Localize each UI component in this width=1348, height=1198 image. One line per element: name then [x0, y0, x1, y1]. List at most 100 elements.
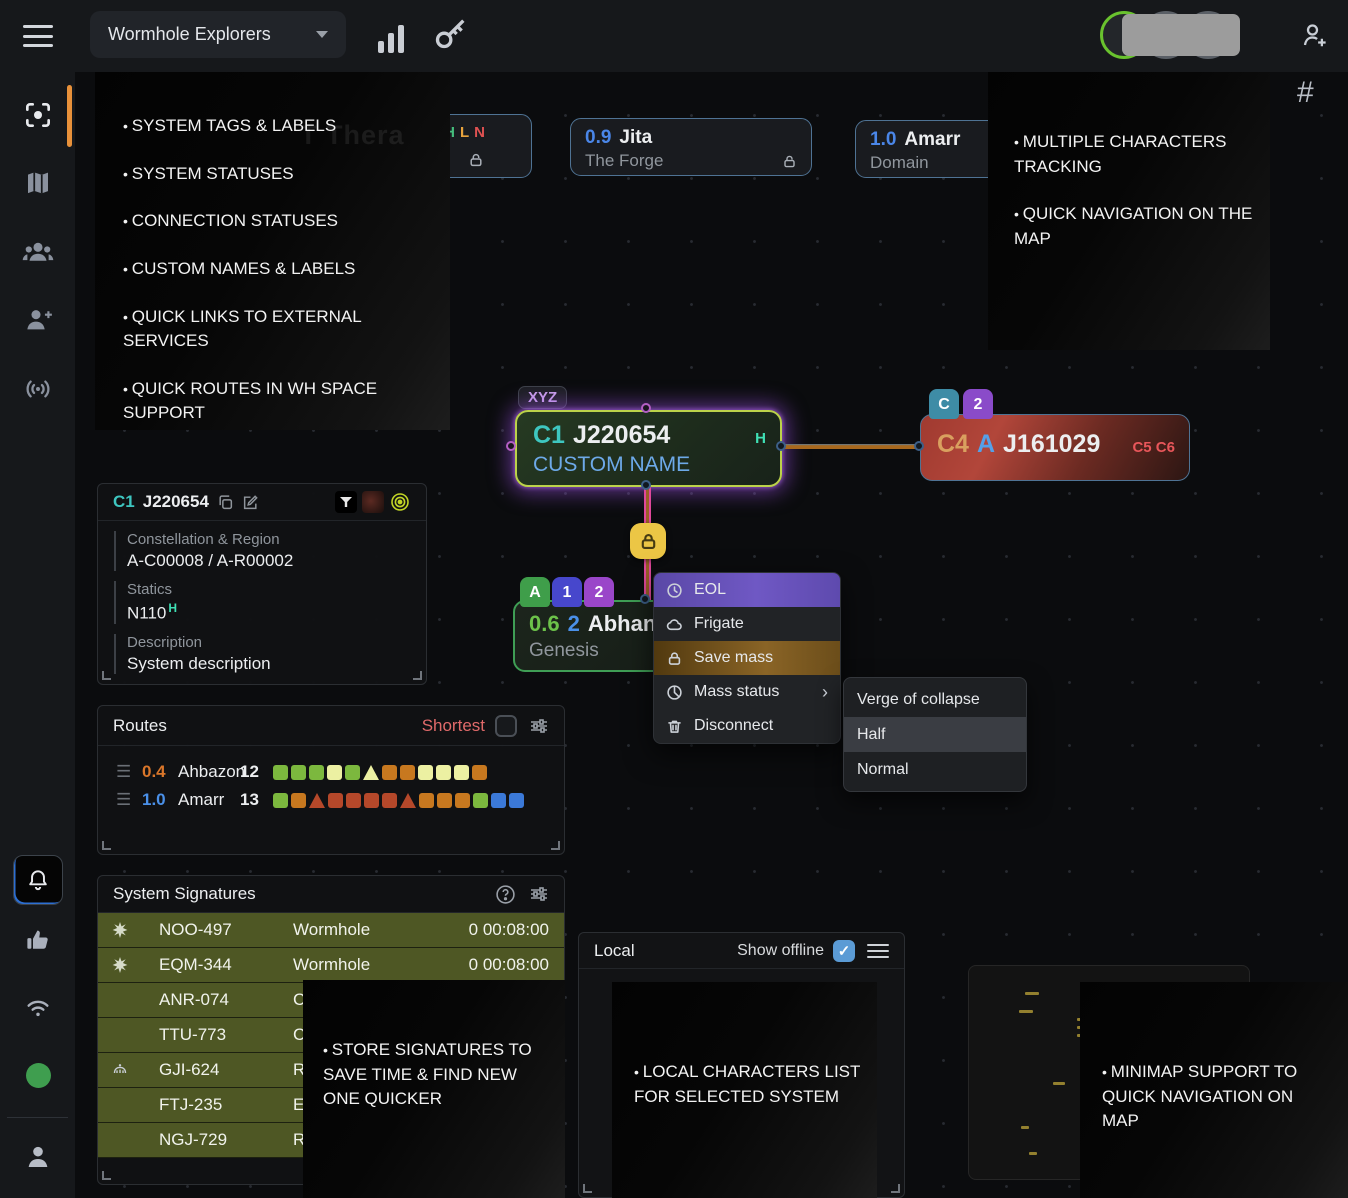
online-status-indicator[interactable]	[26, 1063, 51, 1088]
jump-marker-square	[454, 765, 469, 780]
hash-shortcuts-icon[interactable]: #	[1297, 76, 1314, 110]
security-status: 0.6	[529, 611, 560, 637]
show-offline-checkbox[interactable]: ✓	[833, 940, 855, 962]
drag-handle-icon[interactable]: ☰	[116, 790, 142, 810]
system-node-jita[interactable]: 0.9Jita The Forge	[570, 118, 812, 176]
submenu-item-verge-of-collapse[interactable]: Verge of collapse	[844, 682, 1026, 717]
routes-settings-icon[interactable]	[529, 716, 549, 736]
submenu-item-half[interactable]: Half	[844, 717, 1026, 752]
chevron-right-icon: ›	[822, 683, 828, 701]
wormhole-mapper-app: HLN 0.9Jita The Forge 1.0Amarr Domain XY…	[0, 0, 1348, 1198]
context-menu-item-disconnect[interactable]: Disconnect	[654, 709, 840, 743]
map-icon[interactable]	[21, 166, 55, 200]
resize-handle[interactable]	[583, 1184, 592, 1193]
signature-timer: 0 00:08:00	[469, 955, 549, 975]
system-node-j220654[interactable]: C1 J220654 H CUSTOM NAME	[515, 410, 782, 487]
context-menu-item-save-mass[interactable]: Save mass	[654, 641, 840, 675]
local-menu-icon[interactable]	[867, 944, 889, 958]
resize-handle[interactable]	[102, 841, 111, 850]
add-character-icon[interactable]	[1300, 20, 1330, 50]
connection-lock-badge[interactable]	[630, 523, 666, 559]
local-title: Local	[594, 941, 635, 961]
context-menu-item-eol[interactable]: EOL	[654, 573, 840, 607]
signature-id: EQM-344	[159, 955, 251, 975]
minimap-system-mark	[1025, 992, 1039, 995]
context-menu-item-mass-status[interactable]: Mass status ›	[654, 675, 840, 709]
system-custom-tag[interactable]: XYZ	[518, 386, 567, 409]
wormhole-class: C4	[937, 430, 969, 459]
system-status: A	[977, 430, 995, 459]
characters-group-icon[interactable]	[21, 236, 55, 270]
route-mode-label[interactable]: Shortest	[422, 716, 485, 736]
signature-id: GJI-624	[159, 1060, 251, 1080]
system-statics-labels: HLN	[444, 124, 485, 141]
resize-handle[interactable]	[413, 671, 422, 680]
minimap-system-mark	[1019, 1010, 1033, 1013]
signatures-settings-icon[interactable]	[529, 884, 549, 904]
system-info-header: C1 J220654	[98, 484, 426, 521]
resize-handle[interactable]	[102, 671, 111, 680]
target-spiral-icon[interactable]	[389, 491, 411, 513]
signature-id: TTU-773	[159, 1025, 251, 1045]
connection-handle-left[interactable]	[506, 441, 516, 451]
help-icon[interactable]	[495, 884, 516, 905]
map-selector-dropdown[interactable]: Wormhole Explorers	[90, 11, 346, 58]
add-contact-icon[interactable]	[21, 303, 55, 337]
resize-handle[interactable]	[891, 1184, 900, 1193]
route-jump-markers	[273, 765, 487, 780]
thumbs-up-icon[interactable]	[21, 923, 55, 957]
connection-c1-c4[interactable]	[784, 444, 922, 449]
minimap-callout: MINIMAP SUPPORT TO QUICK NAVIGATION ON M…	[1080, 982, 1348, 1198]
system-effect-icon[interactable]	[362, 491, 384, 513]
show-offline-label: Show offline	[737, 942, 824, 960]
system-node-j161029[interactable]: C 2 C4 A J161029 C5 C6	[920, 414, 1190, 481]
connection-handle-top[interactable]	[641, 403, 651, 413]
connection-handle-abhan-top[interactable]	[640, 594, 650, 604]
resize-handle[interactable]	[551, 841, 560, 850]
connection-handle-right[interactable]	[776, 441, 786, 451]
jump-marker-square	[291, 765, 306, 780]
resize-handle[interactable]	[102, 1171, 111, 1180]
jump-marker-square	[291, 793, 306, 808]
main-menu-icon[interactable]	[23, 25, 53, 47]
notifications-button[interactable]	[13, 855, 63, 905]
jump-marker-square	[436, 765, 451, 780]
shortest-checkbox[interactable]	[495, 715, 517, 737]
jump-marker-square	[419, 793, 434, 808]
broadcast-icon[interactable]	[21, 372, 55, 406]
drag-handle-icon[interactable]: ☰	[116, 762, 142, 782]
follow-character-icon[interactable]	[21, 98, 55, 132]
system-tag: A	[520, 577, 550, 607]
context-menu-item-frigate[interactable]: Frigate	[654, 607, 840, 641]
signature-row[interactable]: NOO-497Wormhole0 00:08:00	[98, 913, 564, 948]
menu-item-label: EOL	[694, 581, 726, 599]
user-profile-icon[interactable]	[21, 1140, 55, 1174]
jump-marker-triangle	[309, 793, 325, 808]
cloud-icon	[666, 616, 683, 633]
system-name: J220654	[143, 492, 209, 512]
access-key-icon[interactable]	[430, 14, 470, 54]
route-row[interactable]: ☰1.0Amarr13	[98, 788, 564, 812]
security-status: 1.0	[142, 790, 178, 810]
ghost-system-label: T Thera	[300, 116, 405, 155]
feature-bullet: QUICK NAVIGATION ON THE MAP	[1014, 202, 1254, 251]
connection-context-menu: EOL FrigateSave mass Mass status › Disconnec…	[653, 572, 841, 744]
active-indicator	[67, 85, 72, 147]
connection-handle-bottom[interactable]	[641, 480, 651, 490]
submenu-item-normal[interactable]: Normal	[844, 752, 1026, 787]
connection-handle-c4-left[interactable]	[914, 441, 924, 451]
statistics-icon[interactable]	[378, 19, 404, 53]
info-field-description: Description System description	[114, 634, 426, 674]
system-name: Amarr	[904, 129, 960, 151]
dscan-icon[interactable]	[335, 491, 357, 513]
signature-row[interactable]: EQM-344Wormhole0 00:08:00	[98, 948, 564, 983]
copy-icon[interactable]	[217, 494, 234, 511]
jump-marker-square	[364, 793, 379, 808]
menu-item-label: Mass status	[694, 683, 779, 701]
feature-bullet: CONNECTION STATUSES	[123, 209, 426, 234]
system-name: J220654	[573, 421, 670, 450]
route-row[interactable]: ☰0.4Ahbazon12	[98, 760, 564, 784]
signatures-title: System Signatures	[113, 884, 256, 904]
edit-icon[interactable]	[242, 494, 259, 511]
connection-status-icon[interactable]	[21, 990, 55, 1024]
